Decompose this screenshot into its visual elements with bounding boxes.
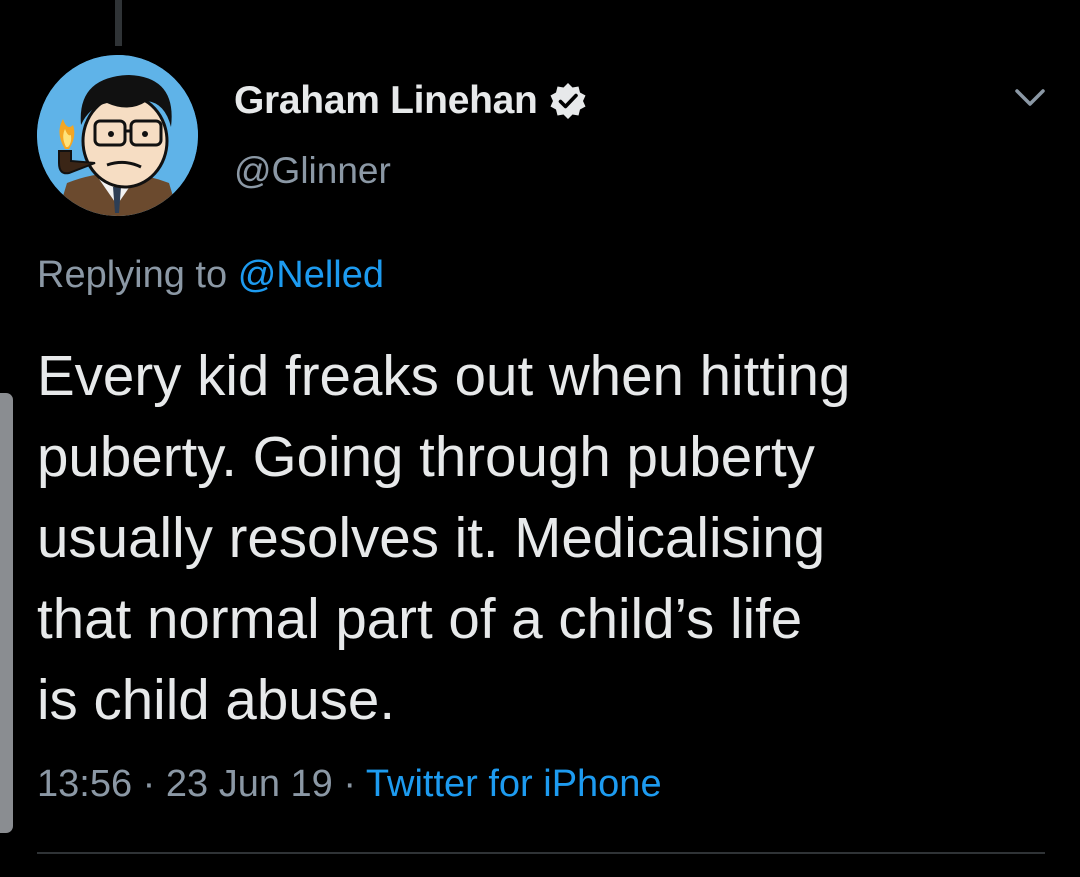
replying-to-line: Replying to @Nelled xyxy=(37,254,384,297)
cartoon-portrait-image xyxy=(37,55,198,216)
tweet-text: Every kid freaks out when hitting pubert… xyxy=(37,344,851,731)
meta-separator: · xyxy=(343,763,357,805)
scroll-edge-handle[interactable] xyxy=(0,393,13,833)
replying-to-handle-link[interactable]: @Nelled xyxy=(238,254,384,296)
tweet-meta: 13:56 · 23 Jun 19 · Twitter for iPhone xyxy=(37,763,662,806)
replying-to-label: Replying to xyxy=(37,254,228,296)
meta-separator: · xyxy=(142,763,156,805)
divider xyxy=(37,852,1045,854)
chevron-down-icon[interactable] xyxy=(1008,80,1052,114)
author-name-row[interactable]: Graham Linehan xyxy=(234,76,588,126)
tweet-date[interactable]: 23 Jun 19 xyxy=(166,763,333,805)
tweet-time[interactable]: 13:56 xyxy=(37,763,132,805)
tweet-source-link[interactable]: Twitter for iPhone xyxy=(366,763,662,805)
author-handle[interactable]: @Glinner xyxy=(234,150,391,192)
author-display-name[interactable]: Graham Linehan xyxy=(234,79,538,123)
verified-badge-icon xyxy=(550,83,586,119)
thread-connector-line xyxy=(115,0,122,46)
author-avatar[interactable] xyxy=(37,55,198,216)
